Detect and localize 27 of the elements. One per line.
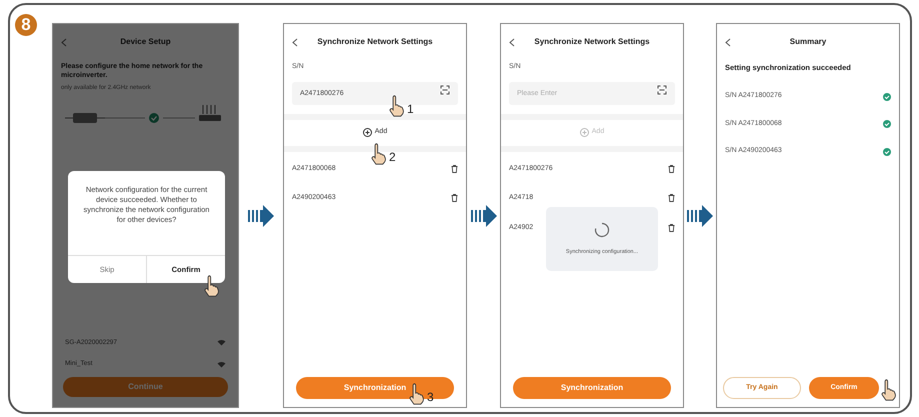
trash-icon[interactable] (668, 164, 675, 173)
trash-icon[interactable] (668, 194, 675, 202)
synchronization-button[interactable]: Synchronization (513, 377, 671, 399)
trash-icon[interactable] (668, 224, 675, 232)
right-arrow-icon (470, 204, 496, 226)
back-icon[interactable] (292, 38, 298, 46)
right-arrow-icon (687, 204, 713, 226)
plus-circle-icon (362, 128, 372, 137)
screen-title: Device Setup (119, 36, 172, 48)
screen-title: Summary (788, 36, 828, 48)
plus-circle-icon (580, 128, 589, 137)
screen-title: Synchronize Network Settings (316, 36, 434, 48)
wifi-icon (217, 338, 226, 346)
scan-icon[interactable] (440, 84, 450, 94)
right-arrow-icon (248, 204, 274, 226)
wifi-icon (217, 360, 226, 368)
scan-icon[interactable] (657, 84, 667, 94)
continue-button[interactable]: Continue (63, 377, 228, 397)
trash-icon[interactable] (451, 164, 458, 173)
loading-spinner-icon (594, 222, 610, 238)
step-badge: 8 (15, 14, 37, 36)
back-icon[interactable] (509, 38, 515, 46)
step-number: 1 (407, 103, 414, 115)
step-number: 2 (389, 151, 396, 163)
trash-icon[interactable] (451, 194, 458, 202)
back-icon[interactable] (725, 38, 731, 46)
screen-title: Synchronize Network Settings (533, 36, 651, 48)
